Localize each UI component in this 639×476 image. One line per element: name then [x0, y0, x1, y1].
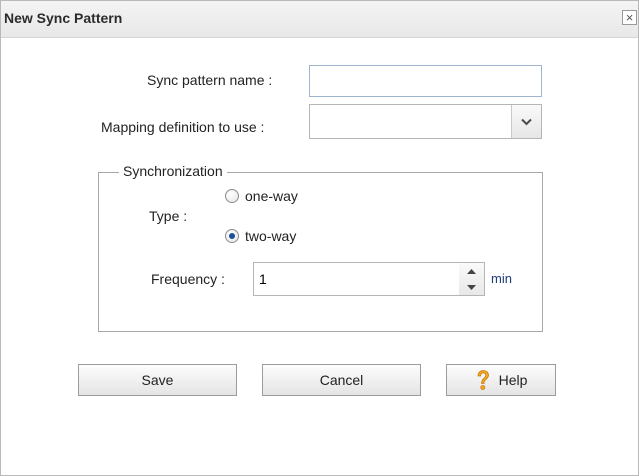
help-button[interactable]: Help [446, 364, 556, 396]
mapping-definition-select[interactable] [309, 104, 542, 139]
arrow-down-icon [467, 284, 476, 290]
save-button-label: Save [141, 372, 174, 388]
radio-one-way-label[interactable]: one-way [245, 188, 298, 204]
radio-two-way-label[interactable]: two-way [245, 228, 296, 244]
sync-pattern-name-label: Sync pattern name : [147, 72, 273, 88]
cancel-button-label: Cancel [319, 372, 364, 388]
dropdown-button[interactable] [511, 105, 541, 138]
mapping-definition-label: Mapping definition to use : [101, 119, 265, 135]
spin-up-button[interactable] [459, 263, 484, 279]
dialog-title: New Sync Pattern [4, 10, 123, 26]
sync-pattern-name-input[interactable] [309, 65, 542, 97]
synchronization-group [98, 172, 543, 332]
chevron-down-icon [521, 118, 532, 125]
radio-one-way[interactable] [225, 189, 239, 203]
radio-two-way[interactable] [225, 229, 239, 243]
synchronization-legend: Synchronization [119, 163, 227, 179]
arrow-up-icon [467, 268, 476, 274]
frequency-label: Frequency : [151, 271, 225, 287]
title-bar: New Sync Pattern × [1, 1, 638, 38]
frequency-unit: min [491, 271, 512, 286]
save-button[interactable]: Save [78, 364, 237, 396]
question-mark-icon [475, 369, 491, 391]
frequency-spinner [459, 262, 485, 296]
close-icon: × [625, 10, 634, 25]
cancel-button[interactable]: Cancel [262, 364, 421, 396]
sync-pattern-dialog: New Sync Pattern × Sync pattern name : M… [0, 0, 639, 476]
help-button-label: Help [498, 372, 528, 388]
close-button[interactable]: × [622, 10, 637, 25]
type-label: Type : [149, 208, 188, 224]
spin-down-button[interactable] [459, 279, 484, 295]
frequency-input[interactable] [253, 262, 460, 296]
